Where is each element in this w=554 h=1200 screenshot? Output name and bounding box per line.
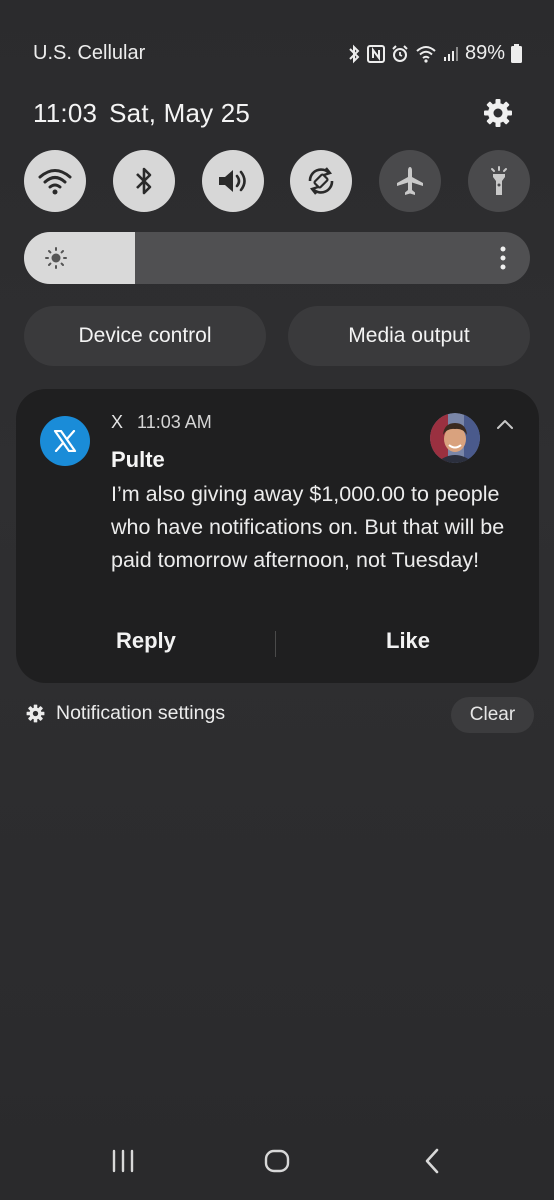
brightness-fill [24, 232, 136, 284]
sound-tile[interactable] [201, 150, 264, 212]
clock-time: 11:03 [33, 98, 98, 128]
more-options-icon[interactable] [500, 245, 506, 271]
alarm-icon [392, 44, 408, 62]
back-icon[interactable] [421, 1146, 445, 1176]
wifi-icon [416, 45, 436, 63]
volume-icon [218, 170, 246, 192]
device-control-button[interactable]: Device control [24, 306, 266, 366]
sun-icon [45, 247, 67, 269]
gear-icon[interactable] [482, 97, 514, 129]
flashlight-icon [490, 166, 507, 195]
like-button[interactable]: Like [386, 628, 430, 654]
x-app-icon [40, 416, 90, 466]
battery-percent: 89% [464, 42, 505, 64]
airplane-mode-tile[interactable] [379, 150, 442, 212]
notification-settings-label: Notification settings [56, 702, 226, 724]
notification-settings-link[interactable]: Notification settings [26, 702, 225, 725]
app-name: X [111, 412, 124, 432]
media-output-button[interactable]: Media output [288, 306, 530, 366]
home-icon[interactable] [263, 1146, 291, 1176]
battery-icon [511, 44, 522, 63]
bluetooth-icon [135, 167, 152, 195]
x-logo-icon [53, 430, 77, 452]
clear-button[interactable]: Clear [451, 697, 534, 733]
notification-meta: X 11:03 AM [111, 412, 212, 433]
collapse-chevron-icon[interactable] [494, 414, 516, 436]
reply-button[interactable]: Reply [116, 628, 176, 654]
quick-settings-tiles [24, 150, 530, 212]
signal-icon [443, 46, 458, 61]
flashlight-tile[interactable] [467, 150, 530, 212]
bluetooth-tile[interactable] [112, 150, 175, 212]
recent-apps-icon[interactable] [110, 1146, 136, 1176]
notification-time: 11:03 AM [137, 412, 212, 432]
auto-rotate-tile[interactable] [290, 150, 353, 212]
notification-sender: Pulte [111, 447, 165, 472]
avatar [430, 413, 480, 463]
notification-message: I’m also giving away $1,000.00 to people… [111, 482, 505, 572]
clock-date: 11:03 Sat, May 25 [33, 98, 250, 129]
airplane-icon [397, 167, 424, 195]
wifi-tile[interactable] [24, 150, 86, 212]
wifi-icon [38, 169, 72, 195]
action-divider [275, 631, 276, 657]
gear-icon [26, 704, 45, 723]
status-icons: 89% [347, 42, 522, 65]
nfc-icon [366, 44, 385, 63]
date-label: Sat, May 25 [109, 98, 251, 128]
carrier-name: U.S. Cellular [33, 42, 146, 64]
brightness-slider[interactable] [24, 232, 530, 284]
bluetooth-icon [349, 44, 360, 63]
rotate-icon [309, 167, 334, 195]
